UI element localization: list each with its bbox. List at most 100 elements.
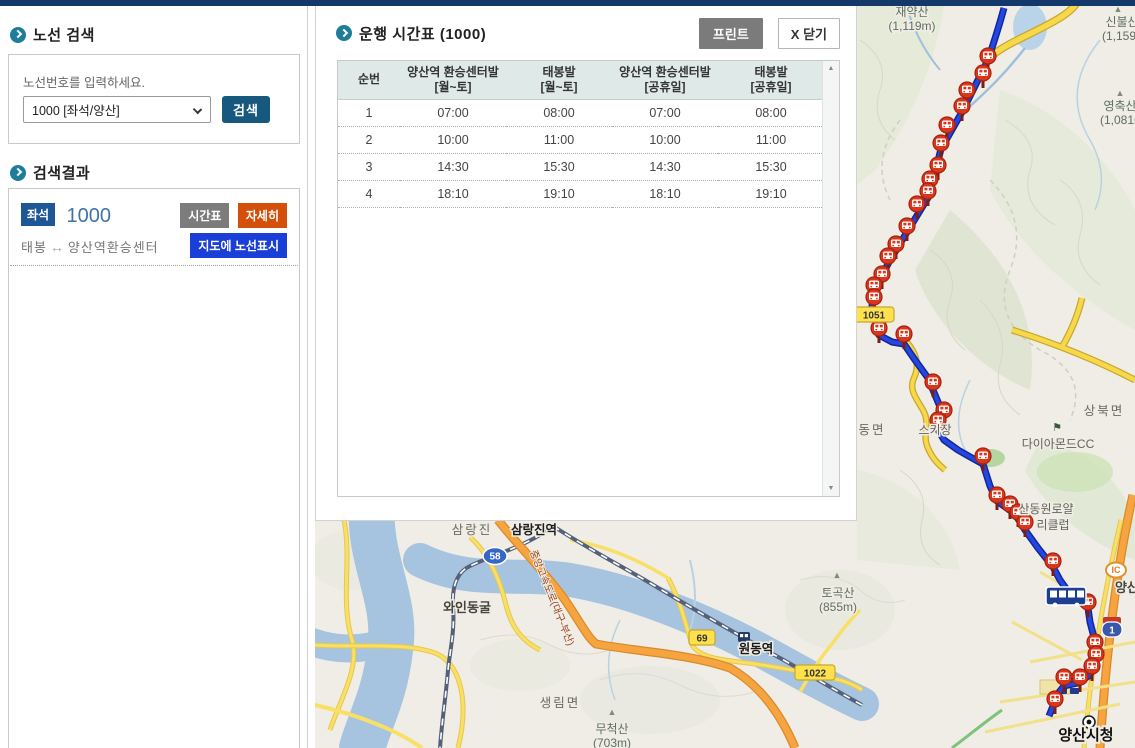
double-arrow-icon: ↔: [49, 239, 65, 255]
table-cell: 14:30: [400, 153, 506, 181]
table-cell: 3: [338, 153, 400, 181]
timetable-panel: 운행 시간표 (1000) 프린트 X 닫기 순번 양산역 환승센터발 [월~토] 태…: [315, 6, 857, 521]
table-row: 3 14:30 15:30 14:30 15:30: [338, 153, 824, 181]
table-cell: 19:10: [506, 180, 612, 208]
svg-text:69: 69: [696, 634, 708, 645]
search-results-header: 검색결과: [10, 162, 90, 183]
section-arrow-icon: [336, 25, 352, 41]
route-number-hint: 노선번호를 입력하세요.: [23, 76, 145, 90]
map-label: 다이아몬드CC: [1022, 437, 1095, 451]
map-label: (703m): [593, 736, 631, 748]
bus-vehicle-icon[interactable]: [1045, 586, 1087, 608]
route-search-box: 노선번호를 입력하세요. 1000 [좌석/양산] 검색: [8, 54, 300, 144]
map-label: 양산: [1115, 580, 1135, 595]
column-header: 태봉발 [공휴일]: [718, 61, 824, 100]
sidebar: 노선 검색 노선번호를 입력하세요. 1000 [좌석/양산] 검색 검색결과 …: [0, 6, 315, 748]
svg-text:1051: 1051: [863, 311, 886, 322]
map-label: 양산시청: [1058, 727, 1113, 744]
close-button[interactable]: X 닫기: [777, 17, 840, 49]
top-navy-bar: [0, 0, 1135, 6]
timetable-title: 운행 시간표 (1000): [359, 25, 487, 43]
road-badge-IC: IC: [1105, 561, 1127, 579]
table-cell: 10:00: [612, 126, 718, 154]
search-results-title: 검색결과: [33, 165, 91, 182]
table-cell: 10:00: [400, 126, 506, 154]
route-select[interactable]: 1000 [좌석/양산]: [23, 96, 211, 123]
table-cell: 11:00: [506, 126, 612, 154]
road-badge-1022: 1022: [794, 664, 836, 681]
sidebar-divider: [307, 6, 308, 748]
table-cell: 11:00: [718, 126, 824, 154]
table-cell: 1: [338, 99, 400, 127]
map-label: 삼랑진: [452, 523, 493, 537]
road-badge-58: 58: [482, 546, 508, 566]
route-search-header: 노선 검색: [10, 24, 95, 45]
cityhall-marker-dot: [1086, 719, 1092, 725]
table-cell: 08:00: [506, 99, 612, 127]
mountain-peak-icon: ▲: [1116, 88, 1125, 98]
road-badge-1: 1: [1101, 617, 1123, 638]
road-badge-69: 69: [688, 629, 716, 646]
route-select-value: 1000 [좌석/양산]: [32, 104, 120, 118]
table-cell: 19:10: [718, 180, 824, 208]
map-label: 리클럽: [1036, 518, 1069, 532]
show-on-map-button[interactable]: 지도에 노선표시: [190, 233, 287, 258]
timetable-table-container: 순번 양산역 환승센터발 [월~토] 태봉발 [월~토] 양산역 환승센터발 [공휴일] 태봉…: [337, 60, 840, 497]
map-label: 산동원로얄: [1018, 501, 1073, 516]
table-row: 1 07:00 08:00 07:00 08:00: [338, 99, 824, 127]
dotted-divider: [10, 265, 298, 266]
scroll-up-icon[interactable]: ▲: [823, 65, 839, 72]
map-label: 삼랑진역: [511, 522, 557, 537]
map-label: 스키장: [918, 423, 951, 437]
column-header: 태봉발 [월~토]: [506, 61, 612, 100]
route-search-title: 노선 검색: [33, 27, 95, 44]
table-cell: 07:00: [612, 99, 718, 127]
map-label: 와인동굴: [443, 600, 491, 615]
seat-type-badge: 좌석: [21, 203, 56, 226]
column-header: 양산역 환승센터발 [월~토]: [400, 61, 506, 100]
map-label: 원동역: [739, 641, 774, 656]
column-header: 순번: [338, 61, 400, 100]
table-cell: 18:10: [400, 180, 506, 208]
section-arrow-icon: [10, 164, 26, 181]
map-label: (855m): [819, 600, 857, 614]
map-label: 재약산: [895, 4, 928, 19]
table-cell: 15:30: [718, 153, 824, 181]
column-header: 양산역 환승센터발 [공휴일]: [612, 61, 718, 100]
section-arrow-icon: [10, 26, 26, 43]
map-label: 동면: [858, 423, 885, 437]
timetable-button[interactable]: 시간표: [180, 203, 230, 228]
chevron-down-icon: [192, 104, 203, 115]
search-button[interactable]: 검색: [222, 96, 270, 123]
map-label: (1,119m): [888, 19, 935, 33]
map-label: 영축산: [1103, 99, 1135, 113]
svg-text:1022: 1022: [804, 669, 827, 680]
print-button[interactable]: 프린트: [698, 17, 763, 49]
map-label: (1,159m): [1102, 29, 1135, 43]
route-endpoints: 태봉 ↔ 양산역환승센터: [21, 239, 159, 255]
scrollbar[interactable]: ▲ ▼: [822, 61, 839, 496]
scroll-down-icon[interactable]: ▼: [823, 485, 839, 492]
train-station-icon: [738, 632, 750, 642]
mountain-peak-icon: ▲: [608, 707, 617, 717]
svg-text:1: 1: [1109, 626, 1115, 637]
timetable-header: 순번 양산역 환승센터발 [월~토] 태봉발 [월~토] 양산역 환승센터발 [공휴일] 태봉…: [338, 61, 824, 100]
detail-button[interactable]: 자세히: [237, 203, 287, 228]
map-label: 상북면: [1084, 404, 1125, 418]
table-cell: 4: [338, 180, 400, 208]
search-result-item: 좌석 1000 태봉 ↔ 양산역환승센터 시간표 자세히 지도에 노선표시: [8, 188, 300, 748]
table-cell: 2: [338, 126, 400, 154]
map-label: 생림면: [540, 696, 581, 710]
timetable-table: 순번 양산역 환승센터발 [월~토] 태봉발 [월~토] 양산역 환승센터발 [공휴일] 태봉…: [338, 61, 824, 208]
table-cell: 18:10: [612, 180, 718, 208]
map-label: (1,081m): [1100, 113, 1135, 127]
table-row: 4 18:10 19:10 18:10 19:10: [338, 180, 824, 208]
table-row: 2 10:00 11:00 10:00 11:00: [338, 126, 824, 154]
map-label: 토곡산: [821, 586, 854, 600]
route-number: 1000: [66, 205, 112, 227]
svg-text:IC: IC: [1112, 565, 1122, 575]
table-cell: 15:30: [506, 153, 612, 181]
table-cell: 14:30: [612, 153, 718, 181]
road-badge-1051: 1051: [853, 306, 895, 323]
svg-text:58: 58: [489, 552, 501, 563]
